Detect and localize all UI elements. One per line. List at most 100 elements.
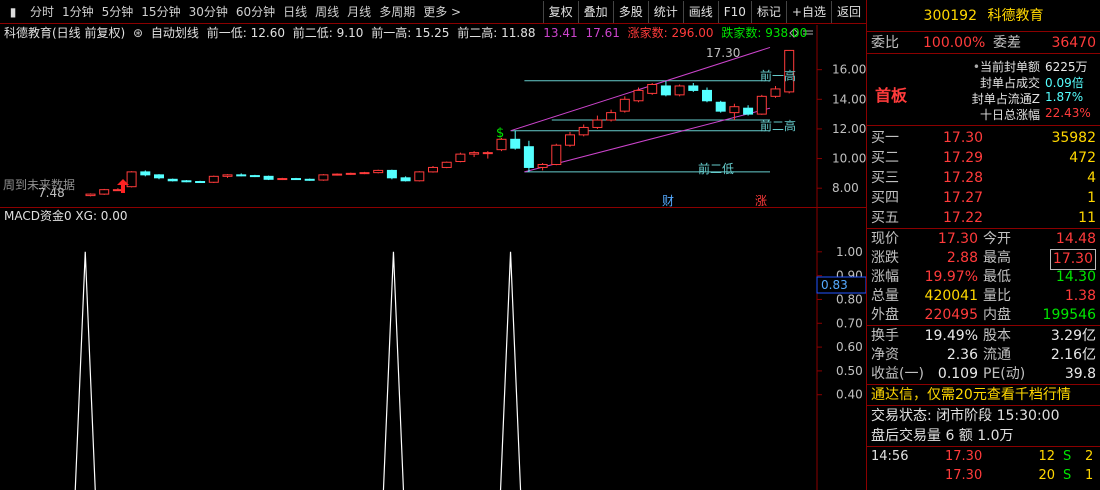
bid-row-3[interactable]: 买三 17.28 4: [867, 168, 1100, 188]
candle-body[interactable]: [482, 152, 493, 155]
candle-body[interactable]: [729, 106, 740, 114]
period-multi[interactable]: 多周期: [375, 0, 419, 24]
candle-body[interactable]: [99, 189, 110, 195]
candle-body[interactable]: [277, 178, 288, 181]
candle-body[interactable]: [236, 174, 247, 177]
candle-body[interactable]: [702, 89, 712, 102]
candle-body[interactable]: [222, 174, 233, 177]
seal-turnover-value: 0.09倍: [1045, 76, 1084, 90]
candle-body[interactable]: [318, 174, 329, 181]
candle-body[interactable]: [140, 171, 151, 176]
candle-body[interactable]: [249, 175, 260, 178]
back-button[interactable]: 返回: [830, 0, 866, 23]
candle-body[interactable]: [688, 85, 699, 91]
candle-body[interactable]: [551, 144, 562, 165]
stats-button[interactable]: 统计: [647, 0, 683, 23]
toolbar-menu-icon[interactable]: ▮: [0, 0, 26, 24]
candle-body[interactable]: [660, 85, 671, 96]
period-weekly[interactable]: 周线: [311, 0, 343, 24]
period-monthly[interactable]: 月线: [343, 0, 375, 24]
period-30min[interactable]: 30分钟: [185, 0, 232, 24]
candle-body[interactable]: [167, 178, 178, 182]
promo-banner[interactable]: 通达信，仅需20元查看千档行情: [867, 385, 1100, 406]
candle-body[interactable]: [428, 166, 438, 173]
label-limit-up-marker[interactable]: 涨: [755, 193, 767, 208]
period-5min[interactable]: 5分钟: [98, 0, 138, 24]
candle-body[interactable]: [345, 172, 356, 175]
candle-body[interactable]: [208, 175, 219, 183]
macd-title[interactable]: MACD资金0 XG: 0.00: [4, 209, 128, 223]
candle-body[interactable]: [633, 89, 644, 102]
kline-low2: 前二低: 9.10: [292, 26, 364, 40]
buy-signal-marker: $: [496, 126, 504, 141]
candle-body[interactable]: [592, 119, 603, 128]
candle-body[interactable]: [181, 180, 192, 183]
period-intraday[interactable]: 分时: [26, 0, 58, 24]
candle-body[interactable]: [674, 85, 685, 96]
candle-body[interactable]: [386, 169, 397, 179]
kline-chart[interactable]: 16.00 14.00 12.00 10.00 8.00 前一高 前二高 前二低 17.…: [0, 25, 866, 208]
wei-bi-label: 委比: [871, 35, 899, 51]
candle-body[interactable]: [373, 169, 384, 174]
multi-stock-button[interactable]: 多股: [612, 0, 648, 23]
candle-body[interactable]: [606, 112, 617, 121]
candle-body[interactable]: [85, 193, 96, 197]
candle-body[interactable]: [414, 171, 425, 182]
candle-body[interactable]: [619, 98, 630, 112]
candle-body[interactable]: [455, 153, 466, 163]
candle-body[interactable]: [304, 178, 315, 181]
bid-row-5[interactable]: 买五 17.22 11: [867, 208, 1100, 228]
candle-body[interactable]: [195, 181, 206, 184]
candle-body[interactable]: [715, 101, 726, 112]
candle-body[interactable]: [743, 107, 754, 115]
candle-body[interactable]: [523, 146, 534, 168]
quote-row-netasset: 净资 2.36 流通 2.16亿: [871, 347, 1096, 363]
period-15min[interactable]: 15分钟: [137, 0, 184, 24]
candle-body[interactable]: [441, 161, 452, 168]
y-tick-label: 16.00: [832, 63, 866, 77]
y-tick-label: 0.80: [836, 292, 863, 306]
label-finance-marker[interactable]: 财: [662, 194, 674, 208]
macd-signal-line[interactable]: [74, 251, 522, 490]
draw-line-button[interactable]: 画线: [682, 0, 718, 23]
macd-chart[interactable]: 1.000.900.800.700.600.500.40 0.83: [0, 208, 866, 490]
adjust-button[interactable]: 复权: [542, 0, 578, 23]
label-prev-high2: 前二高: [760, 118, 796, 133]
mark-button[interactable]: 标记: [750, 0, 786, 23]
period-daily[interactable]: 日线: [279, 0, 311, 24]
candle-body[interactable]: [537, 163, 548, 168]
candle-body[interactable]: [756, 95, 767, 115]
bid-row-2[interactable]: 买二 17.29 472: [867, 148, 1100, 168]
candle-body[interactable]: [400, 177, 411, 182]
tick-row: 14:56 17.30 12 S 2: [871, 449, 1094, 464]
indicator-arrow-icon[interactable]: ⊛: [133, 26, 143, 40]
kline-chart-panel[interactable]: 16.00 14.00 12.00 10.00 8.00 前一高 前二高 前二低 17.…: [0, 25, 866, 208]
seal-float-value: 1.87%: [1045, 90, 1084, 104]
quote-row-volume: 总量 420041 量比 1.38: [871, 288, 1096, 304]
overlay-button[interactable]: 叠加: [577, 0, 613, 23]
candle-body[interactable]: [263, 175, 274, 180]
period-60min[interactable]: 60分钟: [232, 0, 279, 24]
label-prev-low2: 前二低: [698, 161, 734, 176]
f10-button[interactable]: F10: [717, 0, 751, 23]
candle-body[interactable]: [154, 174, 164, 179]
candle-body[interactable]: [510, 138, 521, 149]
period-1min[interactable]: 1分钟: [58, 0, 98, 24]
candle-body[interactable]: [469, 152, 480, 155]
high-price-boxed: 17.30: [1049, 249, 1096, 270]
candle-body[interactable]: [770, 88, 781, 97]
y-tick-label: 1.00: [836, 245, 863, 259]
first-limit-badge: 首板: [875, 86, 908, 105]
candle-body[interactable]: [647, 83, 658, 94]
kline-indicator-name[interactable]: 自动划线: [151, 26, 199, 40]
candle-body[interactable]: [332, 173, 343, 176]
candle-body[interactable]: [359, 172, 370, 175]
candle-body[interactable]: [291, 178, 301, 181]
add-watchlist-button[interactable]: +自选: [785, 0, 831, 23]
candle-body[interactable]: [565, 134, 575, 146]
bid-row-1[interactable]: 买一 17.30 35982: [867, 128, 1100, 148]
macd-chart-panel[interactable]: 1.00 0.90 0.80 0.70 0.60 0.50 0.40 0.83 MACD资金…: [0, 208, 866, 490]
period-more[interactable]: 更多 >: [419, 0, 465, 24]
bid-row-4[interactable]: 买四 17.27 1: [867, 188, 1100, 208]
candle-body[interactable]: [578, 126, 589, 136]
